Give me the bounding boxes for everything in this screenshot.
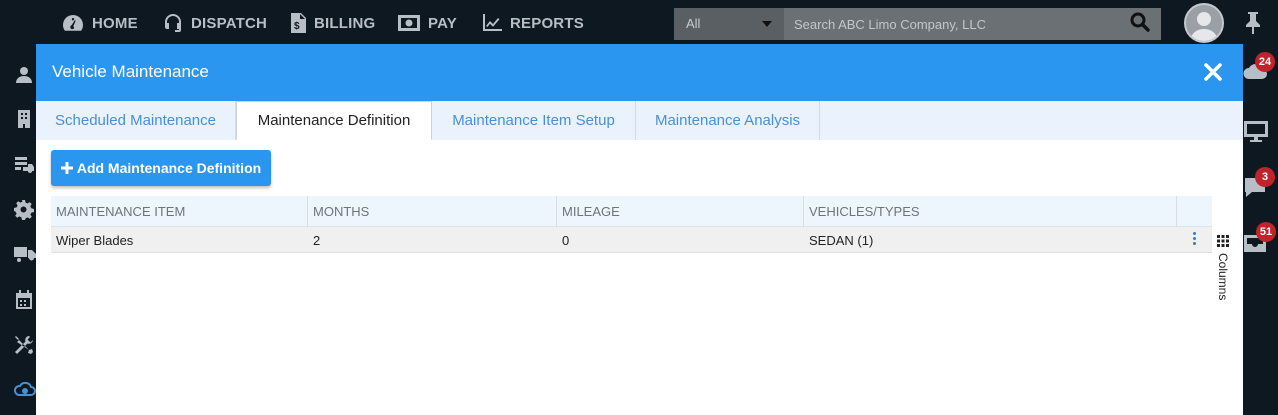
- vehicle-list-icon[interactable]: [14, 154, 34, 174]
- grid-icon: [1217, 235, 1229, 247]
- message-badge: 3: [1255, 167, 1275, 187]
- tools-icon[interactable]: [14, 335, 34, 355]
- table-row[interactable]: Wiper Blades 2 0 SEDAN (1): [51, 227, 1212, 253]
- close-icon[interactable]: [1202, 61, 1224, 83]
- tab-maintenance-definition[interactable]: Maintenance Definition: [236, 101, 432, 140]
- cell-vehicles-types: SEDAN (1): [809, 232, 874, 248]
- modal-title: Vehicle Maintenance: [52, 62, 209, 81]
- nav-billing[interactable]: $ BILLING: [290, 10, 375, 36]
- add-button-label: Add Maintenance Definition: [76, 160, 262, 176]
- header-maintenance-item[interactable]: MAINTENANCE ITEM: [51, 196, 308, 227]
- vehicle-maintenance-modal: Vehicle Maintenance Scheduled Maintenanc…: [36, 44, 1243, 415]
- nav-home-label: HOME: [92, 14, 138, 32]
- monitor-icon[interactable]: [1243, 119, 1269, 148]
- search-scope-value: All: [686, 16, 701, 31]
- grid-header: MAINTENANCE ITEM MONTHS MILEAGE VEHICLES…: [51, 196, 1212, 227]
- cell-months: 2: [313, 232, 321, 248]
- maintenance-grid: MAINTENANCE ITEM MONTHS MILEAGE VEHICLES…: [51, 196, 1212, 253]
- avatar[interactable]: [1184, 3, 1224, 43]
- nav-dispatch[interactable]: DISPATCH: [163, 10, 267, 36]
- svg-text:$: $: [294, 21, 300, 32]
- caret-down-icon: [762, 21, 772, 27]
- nav-reports-label: REPORTS: [510, 14, 584, 32]
- tab-maintenance-analysis[interactable]: Maintenance Analysis: [636, 101, 820, 140]
- nav-home[interactable]: HOME: [62, 10, 138, 36]
- notification-badge: 24: [1255, 52, 1275, 72]
- columns-label: Columns: [1216, 253, 1230, 301]
- cell-mileage: 0: [562, 232, 570, 248]
- nav-dispatch-label: DISPATCH: [191, 14, 268, 32]
- tab-maintenance-item-setup[interactable]: Maintenance Item Setup: [432, 101, 636, 140]
- nav-pay-label: PAY: [428, 14, 457, 32]
- right-sidebar: 24 3 51: [1243, 46, 1278, 415]
- nav-reports[interactable]: REPORTS: [482, 10, 584, 36]
- truck-icon[interactable]: [14, 244, 36, 264]
- nav-billing-label: BILLING: [314, 14, 376, 32]
- modal-header: Vehicle Maintenance: [36, 44, 1243, 101]
- settings-icon[interactable]: [14, 200, 34, 220]
- nav-pay[interactable]: PAY: [398, 10, 457, 36]
- add-maintenance-definition-button[interactable]: Add Maintenance Definition: [51, 150, 271, 186]
- left-sidebar: [0, 46, 36, 415]
- row-menu-icon[interactable]: [1191, 232, 1197, 248]
- cell-maintenance-item: Wiper Blades: [56, 232, 134, 248]
- tab-bar: Scheduled Maintenance Maintenance Defini…: [36, 101, 1243, 140]
- header-mileage[interactable]: MILEAGE: [557, 196, 804, 227]
- header-vehicles-types[interactable]: VEHICLES/TYPES: [804, 196, 1177, 227]
- header-months[interactable]: MONTHS: [308, 196, 557, 227]
- money-icon: [398, 15, 420, 31]
- building-icon[interactable]: [14, 109, 34, 129]
- search-scope-select[interactable]: All: [674, 8, 784, 40]
- inbox-badge: 51: [1256, 222, 1276, 242]
- columns-toggle[interactable]: Columns: [1216, 235, 1238, 355]
- invoice-icon: $: [291, 13, 306, 33]
- plus-icon: [60, 162, 73, 174]
- search-input[interactable]: [784, 8, 1161, 40]
- headset-icon: [165, 14, 181, 32]
- pin-icon[interactable]: [1244, 12, 1262, 39]
- tab-scheduled-maintenance[interactable]: Scheduled Maintenance: [36, 101, 236, 140]
- dashboard-icon: [63, 15, 83, 31]
- calendar-icon[interactable]: [14, 290, 34, 310]
- top-nav: HOME DISPATCH $ BILLING PAY REPORTS All: [0, 0, 1278, 46]
- cloud-sync-icon[interactable]: [13, 379, 36, 399]
- chart-icon: [483, 14, 502, 31]
- search-icon[interactable]: [1130, 12, 1150, 37]
- user-icon[interactable]: [14, 65, 34, 85]
